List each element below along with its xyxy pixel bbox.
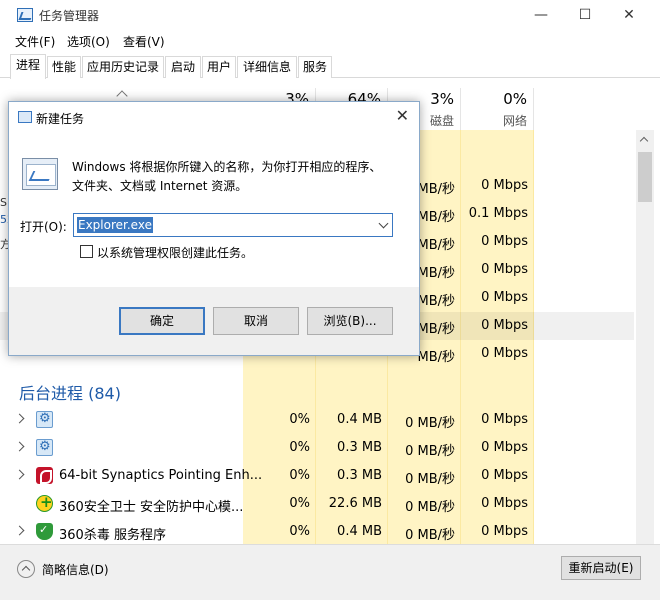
memory-cell: 0.4 MB — [337, 412, 382, 427]
run-dialog-icon — [18, 111, 32, 123]
network-cell: 0 Mbps — [481, 318, 528, 333]
network-cell: 0 Mbps — [481, 412, 528, 427]
tab-users[interactable]: 用户 — [202, 56, 236, 78]
task-manager-icon — [17, 8, 33, 22]
cpu-cell: 0% — [289, 524, 310, 539]
network-cell: 0 Mbps — [481, 290, 528, 305]
minimize-button[interactable]: — — [518, 0, 564, 30]
disk-total: 3% — [430, 90, 454, 108]
cpu-cell: 0% — [289, 496, 310, 511]
chevron-down-icon[interactable] — [378, 218, 389, 229]
background-processes-heading[interactable]: 后台进程 (84) — [19, 380, 121, 404]
disk-cell: 0 MB/秒 — [405, 444, 455, 459]
table-row[interactable]: 0% 0.4 MB 0 MB/秒 0 Mbps — [0, 406, 634, 434]
ok-button[interactable]: 确定 — [119, 307, 205, 335]
cpu-cell: 0% — [289, 468, 310, 483]
vertical-scrollbar[interactable] — [636, 130, 654, 544]
menu-view[interactable]: 查看(V) — [123, 33, 165, 50]
bottom-bar: 简略信息(D) 重新启动(E) — [0, 544, 660, 600]
network-total: 0% — [503, 90, 527, 108]
process-name: 360杀毒 服务程序 — [59, 528, 166, 543]
tab-strip: 进程 性能 应用历史记录 启动 用户 详细信息 服务 — [0, 54, 660, 79]
process-name: 360安全卫士 安全防护中心模... — [59, 500, 244, 515]
expand-chevron-icon[interactable] — [14, 413, 25, 424]
dialog-footer: 确定 取消 浏览(B)... — [9, 287, 419, 355]
cpu-cell: 0% — [289, 440, 310, 455]
run-new-task-dialog: 新建任务 ✕ Windows 将根据你所键入的名称，为你打开相应的程序、 文件夹… — [8, 101, 420, 356]
cpu-cell: 0% — [289, 412, 310, 427]
gear-icon — [36, 411, 53, 428]
run-program-icon — [22, 158, 58, 190]
restart-button[interactable]: 重新启动(E) — [561, 556, 641, 580]
open-label: 打开(O): — [20, 220, 67, 234]
table-row[interactable]: 64-bit Synaptics Pointing Enh... 0% 0.3 … — [0, 462, 634, 490]
window-title: 任务管理器 — [39, 9, 100, 23]
network-cell: 0 Mbps — [481, 440, 528, 455]
dialog-description: 文件夹、文档或 Internet 资源。 — [72, 179, 248, 193]
open-combobox[interactable]: Explorer.exe — [73, 213, 393, 237]
expand-chevron-icon[interactable] — [14, 525, 25, 536]
360-antivirus-icon — [36, 523, 53, 540]
disk-cell: 0 MB/秒 — [405, 528, 455, 543]
table-row[interactable]: 0% 0.3 MB 0 MB/秒 0 Mbps — [0, 434, 634, 462]
tab-services[interactable]: 服务 — [298, 56, 332, 78]
disk-cell: 0 MB/秒 — [405, 500, 455, 515]
process-name: 64-bit Synaptics Pointing Enh... — [59, 468, 263, 483]
network-cell: 0 Mbps — [481, 178, 528, 193]
expand-chevron-icon[interactable] — [14, 441, 25, 452]
table-row[interactable]: 360安全卫士 安全防护中心模... 0% 22.6 MB 0 MB/秒 0 M… — [0, 490, 634, 518]
sort-chevron-icon[interactable] — [116, 90, 128, 102]
scroll-up-icon[interactable] — [639, 136, 649, 146]
expand-chevron-icon[interactable] — [14, 469, 25, 480]
network-cell: 0 Mbps — [481, 496, 528, 511]
open-input-value[interactable]: Explorer.exe — [77, 217, 153, 233]
dialog-body — [9, 132, 419, 287]
network-cell: 0 Mbps — [481, 346, 528, 361]
table-row[interactable]: 360杀毒 服务程序 0% 0.4 MB 0 MB/秒 0 Mbps — [0, 518, 634, 546]
network-cell: 0 Mbps — [481, 234, 528, 249]
menu-options[interactable]: 选项(O) — [67, 33, 110, 50]
network-cell: 0 Mbps — [481, 468, 528, 483]
scrollbar-thumb[interactable] — [638, 152, 652, 202]
network-cell: 0 Mbps — [481, 262, 528, 277]
collapse-icon[interactable] — [17, 560, 35, 578]
cancel-button[interactable]: 取消 — [213, 307, 299, 335]
admin-checkbox[interactable] — [80, 245, 93, 258]
memory-cell: 0.4 MB — [337, 524, 382, 539]
360-safe-icon — [36, 493, 53, 512]
less-details-link[interactable]: 简略信息(D) — [42, 561, 109, 578]
close-icon[interactable]: ✕ — [396, 106, 409, 125]
disk-cell: 0 MB/秒 — [405, 472, 455, 487]
close-button[interactable]: ✕ — [606, 0, 652, 30]
synaptics-icon — [36, 467, 53, 484]
memory-cell: 22.6 MB — [328, 496, 382, 511]
network-cell: 0 Mbps — [481, 524, 528, 539]
menu-file[interactable]: 文件(F) — [15, 33, 55, 50]
browse-button[interactable]: 浏览(B)... — [307, 307, 393, 335]
maximize-button[interactable]: ☐ — [562, 0, 608, 30]
tab-startup[interactable]: 启动 — [165, 56, 201, 78]
memory-cell: 0.3 MB — [337, 440, 382, 455]
disk-label: 磁盘 — [429, 114, 454, 128]
tab-details[interactable]: 详细信息 — [237, 56, 297, 78]
dialog-title: 新建任务 — [36, 112, 85, 126]
memory-cell: 0.3 MB — [337, 468, 382, 483]
tab-processes[interactable]: 进程 — [10, 54, 46, 79]
disk-cell: 0 MB/秒 — [405, 416, 455, 431]
tab-app-history[interactable]: 应用历史记录 — [82, 56, 164, 78]
gear-icon — [36, 439, 53, 456]
network-cell: 0.1 Mbps — [468, 206, 528, 221]
admin-checkbox-label[interactable]: 以系统管理权限创建此任务。 — [97, 244, 253, 261]
tab-performance[interactable]: 性能 — [47, 56, 81, 78]
dialog-description: Windows 将根据你所键入的名称，为你打开相应的程序、 — [72, 160, 382, 174]
title-bar: 任务管理器 — ☐ ✕ — [0, 0, 660, 30]
network-label: 网络 — [502, 114, 527, 128]
column-header-network[interactable]: 0% 网络 — [461, 88, 534, 130]
